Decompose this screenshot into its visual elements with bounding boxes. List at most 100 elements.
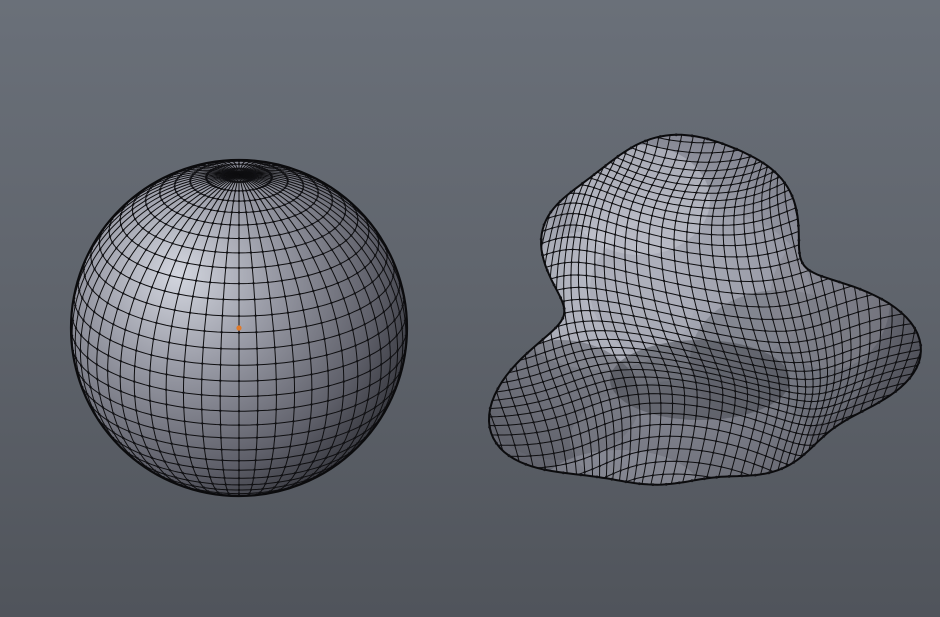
blob-vertex <box>549 187 552 190</box>
blob-vertex <box>454 361 456 363</box>
blob-vertex <box>688 498 690 500</box>
blob-vertex <box>623 247 627 250</box>
blob-silhouette-vertex <box>559 296 562 300</box>
blob-vertex <box>529 202 532 205</box>
sphere-vertex <box>98 392 101 395</box>
blob-vertex <box>630 108 632 110</box>
blob-vertex <box>730 291 733 295</box>
blob-vertex <box>598 217 601 220</box>
blob-vertex <box>730 183 733 186</box>
blob-vertex <box>790 274 793 277</box>
blob-vertex <box>501 513 503 515</box>
blob-silhouette-vertex <box>561 316 565 320</box>
blob-vertex <box>744 243 748 246</box>
blob-vertex <box>590 454 593 457</box>
blob-vertex <box>824 391 827 394</box>
sphere-vertex <box>139 452 142 455</box>
blob-vertex <box>770 434 774 437</box>
blob-vertex <box>580 153 584 156</box>
sphere-vertex <box>219 363 222 366</box>
blob-vertex <box>614 330 617 333</box>
blob-vertex <box>659 412 663 415</box>
blob-vertex <box>752 501 754 503</box>
blob-vertex <box>816 504 818 506</box>
blob-vertex <box>893 145 896 148</box>
sphere-vertex <box>188 216 191 220</box>
3d-viewport[interactable] <box>0 0 940 617</box>
blob-vertex <box>688 151 691 154</box>
blob-vertex <box>604 562 606 564</box>
sphere-vertex <box>179 229 182 232</box>
sphere-vertex <box>301 476 304 479</box>
blob-vertex <box>826 177 830 180</box>
blob-vertex <box>866 294 869 298</box>
blob-vertex <box>466 252 468 254</box>
blob-vertex <box>651 288 654 291</box>
blob-vertex <box>556 162 559 165</box>
blob-vertex <box>505 104 507 106</box>
blob-vertex <box>795 135 799 138</box>
sphere-vertex <box>86 356 89 359</box>
blob-vertex <box>611 321 614 324</box>
sphere-vertex <box>201 362 204 365</box>
sphere-vertex <box>154 235 157 238</box>
blob-vertex <box>833 246 836 249</box>
blob-vertex <box>604 526 606 528</box>
uv-sphere-mesh[interactable] <box>69 158 409 498</box>
blob-vertex <box>628 184 631 187</box>
blob-vertex <box>880 127 882 129</box>
blob-silhouette-vertex <box>525 351 529 355</box>
blob-vertex <box>882 156 885 159</box>
blob-vertex <box>880 505 882 507</box>
blob-vertex <box>879 317 882 320</box>
blob-vertex <box>791 558 793 560</box>
blob-vertex <box>594 251 597 254</box>
blob-vertex <box>755 489 757 491</box>
blob-vertex <box>896 100 898 102</box>
blob-vertex <box>526 286 529 289</box>
blob-vertex <box>696 160 699 164</box>
blob-silhouette-vertex <box>558 200 562 203</box>
blob-vertex <box>799 351 802 354</box>
blob-vertex <box>698 184 701 187</box>
sphere-vertex <box>379 348 382 351</box>
blob-vertex <box>515 537 517 539</box>
blob-vertex <box>712 451 715 454</box>
blob-vertex <box>672 353 675 356</box>
blob-vertex <box>875 389 878 392</box>
displaced-blob-mesh[interactable] <box>441 87 940 581</box>
blob-vertex <box>812 479 815 482</box>
sphere-vertex <box>248 189 251 192</box>
blob-vertex <box>824 541 826 543</box>
sphere-vertex <box>293 406 296 409</box>
blob-vertex <box>556 313 559 316</box>
sphere-vertex <box>211 222 214 225</box>
blob-vertex <box>613 244 616 247</box>
sphere-vertex <box>324 456 328 459</box>
blob-vertex <box>862 430 866 433</box>
viewport-scene[interactable] <box>0 0 940 617</box>
blob-vertex <box>886 355 889 358</box>
sphere-vertex <box>181 214 185 217</box>
sphere-vertex <box>289 262 292 265</box>
blob-vertex <box>817 454 821 457</box>
sphere-vertex <box>289 445 292 448</box>
blob-silhouette-vertex <box>877 401 881 404</box>
blob-vertex <box>502 175 505 178</box>
sphere-vertex <box>214 487 217 491</box>
sphere-vertex <box>182 406 185 409</box>
blob-vertex <box>912 167 915 170</box>
blob-vertex <box>815 424 818 427</box>
blob-vertex <box>672 472 675 476</box>
blob-vertex <box>824 99 826 101</box>
blob-vertex <box>604 490 606 492</box>
sphere-vertex <box>150 413 153 416</box>
blob-silhouette-vertex <box>579 473 583 477</box>
blob-vertex <box>808 90 810 92</box>
blob-vertex <box>611 486 613 488</box>
blob-vertex <box>646 532 648 534</box>
sphere-vertex <box>258 165 261 169</box>
sphere-vertex <box>289 478 292 482</box>
sphere-vertex <box>287 216 290 220</box>
sphere-vertex <box>255 448 258 451</box>
